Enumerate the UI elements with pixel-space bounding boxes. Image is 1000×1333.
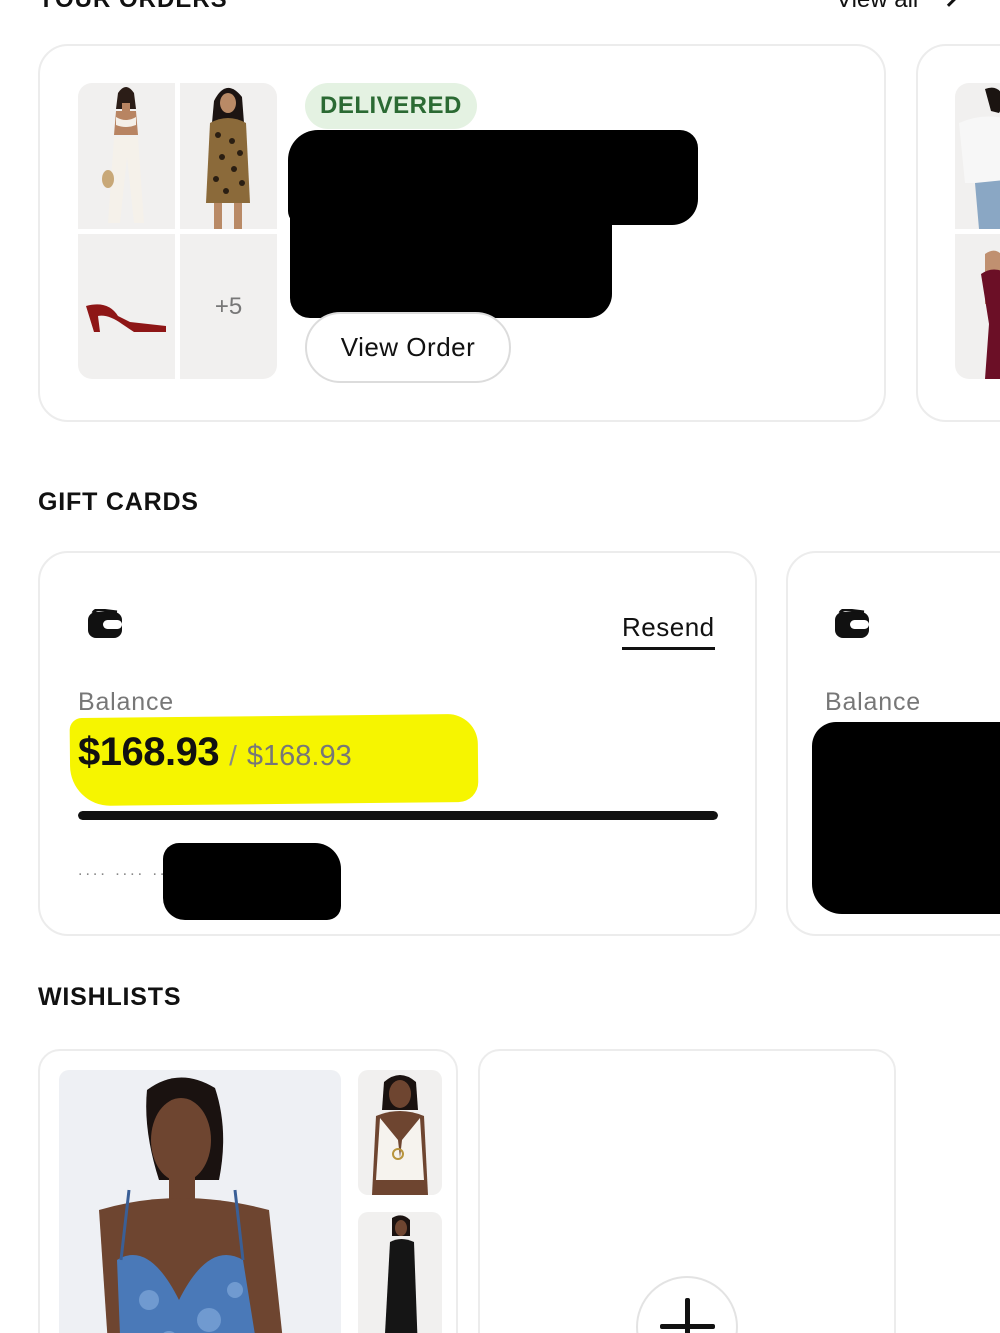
section-title-wishlists: WISHLISTS xyxy=(38,983,182,1011)
balance-progress-fill xyxy=(78,811,718,820)
section-title-gift-cards: GIFT CARDS xyxy=(38,488,199,516)
redaction-block xyxy=(163,843,341,920)
order-item-image xyxy=(180,83,277,229)
balance-value: $168.93 xyxy=(78,730,220,774)
view-all-link[interactable]: View all xyxy=(836,0,918,14)
status-badge: DELIVERED xyxy=(305,83,477,129)
chevron-right-icon[interactable] xyxy=(939,0,959,7)
more-items-count: +5 xyxy=(180,234,277,379)
original-amount: $168.93 xyxy=(246,740,352,772)
order-item-image xyxy=(78,83,175,229)
order-item-image xyxy=(78,234,175,379)
redaction-block xyxy=(812,722,1000,914)
plus-icon xyxy=(685,1298,690,1333)
balance-progress-bar xyxy=(78,811,718,820)
wishlist-item-image xyxy=(358,1070,442,1195)
balance-separator: / xyxy=(229,740,237,771)
balance-label: Balance xyxy=(825,688,921,716)
order-item-image xyxy=(955,83,1000,229)
wishlist-item-image xyxy=(358,1212,442,1333)
wallet-icon xyxy=(88,609,122,638)
balance-label: Balance xyxy=(78,688,174,716)
view-order-button[interactable]: View Order xyxy=(305,312,511,383)
redaction-block xyxy=(290,200,612,318)
wallet-icon xyxy=(835,609,869,638)
section-title-orders: YOUR ORDERS xyxy=(38,0,228,14)
wishlist-item-image xyxy=(59,1070,341,1333)
order-item-image xyxy=(955,234,1000,379)
balance-amount: $168.93 / $168.93 xyxy=(78,730,352,775)
resend-link[interactable]: Resend xyxy=(622,612,715,650)
